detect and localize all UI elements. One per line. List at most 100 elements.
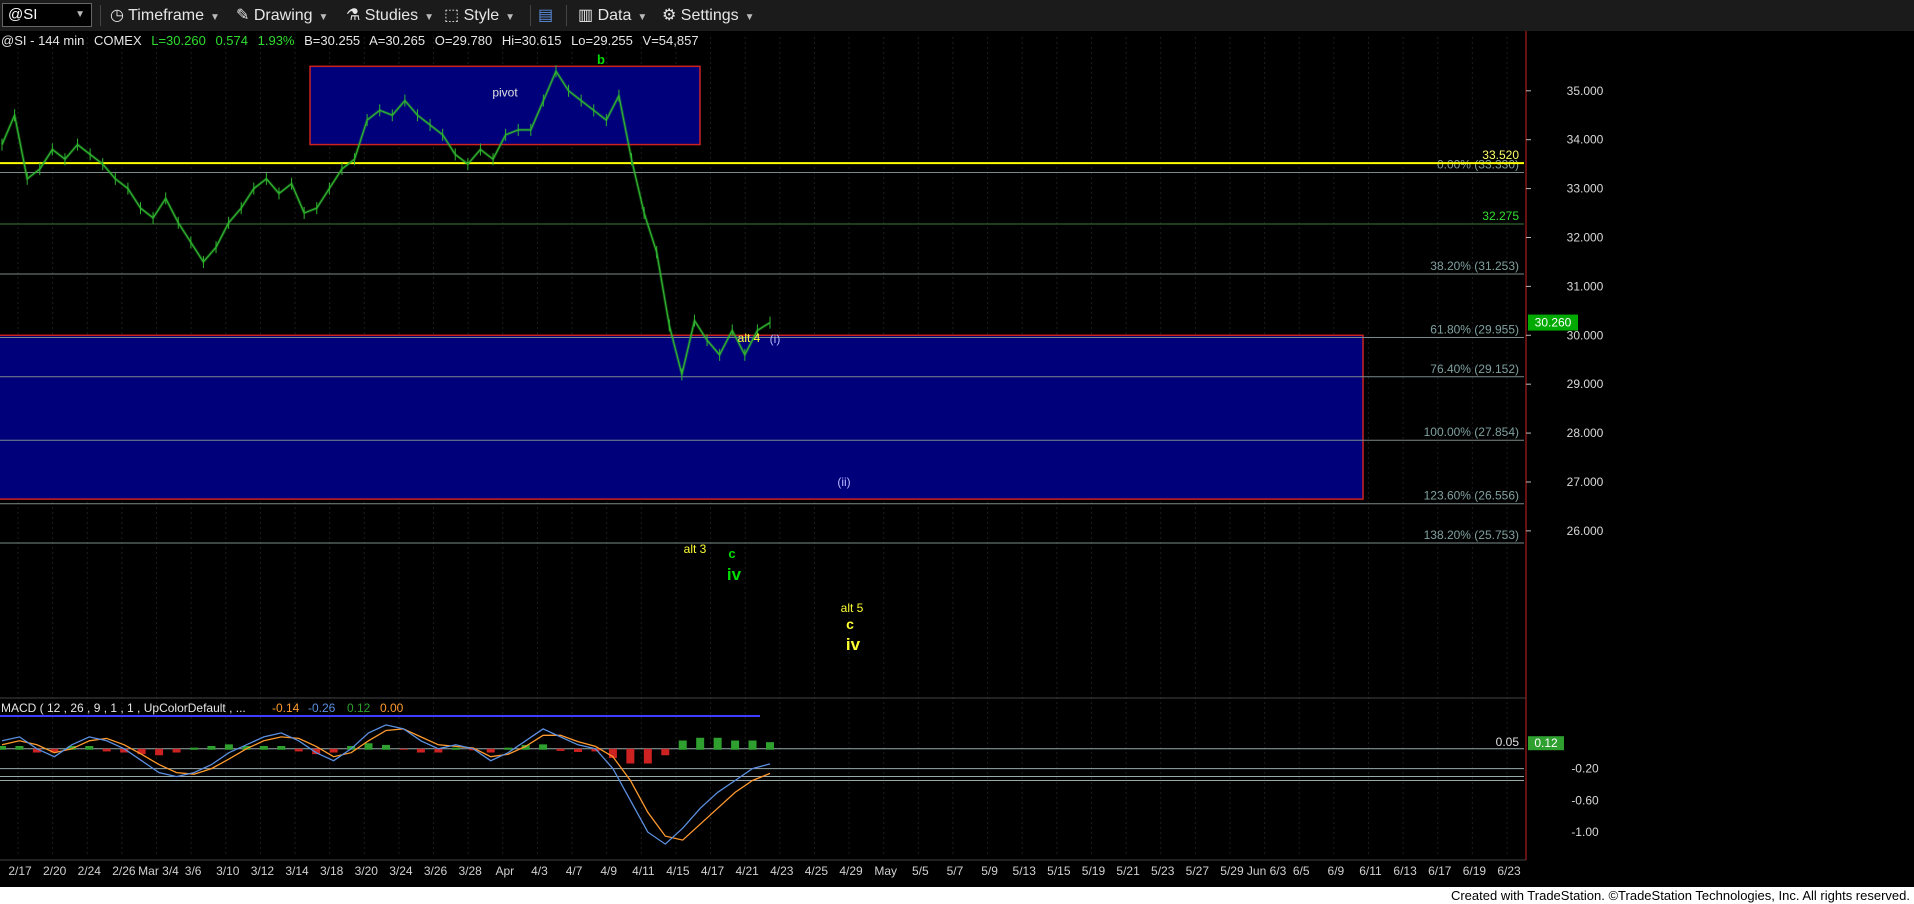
date-tick-label: Jun 6/3: [1247, 864, 1287, 878]
date-tick-label: 3/26: [424, 864, 448, 878]
date-tick-label: 2/26: [112, 864, 136, 878]
header-change-pct: 1.93%: [258, 33, 295, 48]
macd-level-label: 0.05: [1496, 735, 1520, 749]
macd-histogram-bar: [504, 747, 513, 750]
header-symbol: @SI: [1, 33, 26, 48]
settings-label: Settings: [680, 7, 739, 24]
header-open: O=29.780: [435, 33, 492, 48]
date-tick-label: 3/18: [320, 864, 344, 878]
macd-value-tag-label: 0.12: [1534, 736, 1558, 750]
date-tick-label: 2/17: [8, 864, 32, 878]
macd-histogram-bar: [329, 748, 338, 753]
price-tick-label: 27.000: [1567, 475, 1604, 489]
price-tick-label: 35.000: [1567, 84, 1604, 98]
date-tick-label: 6/9: [1328, 864, 1345, 878]
date-tick-label: 3/10: [216, 864, 240, 878]
style-label: Style: [463, 7, 500, 24]
date-tick-label: 4/15: [666, 864, 690, 878]
date-tick-label: 6/5: [1293, 864, 1310, 878]
price-tick-label: 28.000: [1567, 426, 1604, 440]
chevron-down-icon: ▼: [318, 12, 329, 23]
macd-histogram-bar: [451, 747, 460, 750]
data-button[interactable]: ▥ Data ▼: [578, 0, 647, 31]
wave-label: alt 5: [841, 601, 864, 615]
wave-label: c: [728, 546, 735, 561]
date-tick-label: 4/7: [566, 864, 583, 878]
macd-histogram-bar: [364, 743, 373, 750]
macd-histogram-bar: [85, 746, 94, 750]
macd-histogram-bar: [626, 748, 635, 764]
macd-histogram-bar: [207, 746, 216, 750]
chevron-down-icon: ▼: [209, 12, 220, 23]
wave-label: (ii): [837, 475, 850, 489]
settings-button[interactable]: ⚙ Settings ▼: [662, 0, 755, 31]
wave-label: c: [846, 616, 854, 632]
toolbar-separator: [566, 5, 567, 26]
header-high: Hi=30.615: [502, 33, 562, 48]
price-chart[interactable]: pivot 0.00% (33.330)32.27538.20% (31.253…: [0, 31, 1914, 887]
date-tick-label: 6/17: [1428, 864, 1452, 878]
header-volume: V=54,857: [643, 33, 699, 48]
date-tick-label: 5/21: [1116, 864, 1140, 878]
layout-button[interactable]: ▤: [538, 0, 553, 31]
timeframe-label: Timeframe: [128, 7, 204, 24]
macd-histogram-bar: [574, 748, 582, 752]
wave-label: alt 4: [738, 331, 761, 345]
price-tick-label: 26.000: [1567, 524, 1604, 538]
footer: Created with TradeStation. ©TradeStation…: [0, 887, 1914, 904]
macd-histogram-bar: [190, 747, 198, 750]
layout-icon: ▤: [538, 7, 554, 24]
price-tick-label: 34.000: [1567, 133, 1604, 147]
timeframe-button[interactable]: ◷ Timeframe ▼: [110, 0, 220, 31]
macd-histogram-bar: [486, 748, 495, 753]
style-icon: ⬚: [444, 7, 460, 24]
date-tick-label: 2/24: [78, 864, 102, 878]
date-tick-label: 6/19: [1463, 864, 1487, 878]
chevron-down-icon: ▼: [424, 12, 435, 23]
drawing-button[interactable]: ✎ Drawing ▼: [236, 0, 328, 31]
wave-label: iv: [846, 635, 861, 654]
date-tick-label: 5/29: [1220, 864, 1244, 878]
svg-text:@SI - 144 min: @SI - 144 min COMEX L=30.260 0.574 1.93%…: [1, 33, 699, 48]
macd-histogram-bar: [539, 744, 548, 750]
toolbar: @SI ▼ ◷ Timeframe ▼ ✎ Drawing ▼ ⚗ Studies ▼…: [0, 0, 1914, 32]
header-last: L=30.260: [151, 33, 206, 48]
macd-histogram-bar: [643, 748, 652, 764]
header-sep: -: [30, 33, 38, 48]
date-tick-label: 5/5: [912, 864, 929, 878]
chevron-down-icon: ▼: [505, 12, 516, 23]
symbol-input-value: @SI: [8, 6, 38, 23]
macd-histogram-bar: [0, 746, 6, 750]
wave-label: alt 3: [684, 542, 707, 556]
wave-label: iv: [727, 565, 742, 584]
fib-level-label: 32.275: [1482, 209, 1519, 223]
chevron-down-icon: ▼: [75, 9, 85, 20]
date-tick-label: 5/13: [1013, 864, 1037, 878]
style-button[interactable]: ⬚ Style ▼: [444, 0, 515, 31]
header-exchange: COMEX: [94, 33, 142, 48]
date-tick-label: 3/28: [458, 864, 482, 878]
date-tick-label: 3/24: [389, 864, 413, 878]
last-price-label: 30.260: [1535, 316, 1572, 330]
date-tick-label: Mar 3/4: [138, 864, 179, 878]
date-tick-label: 4/21: [736, 864, 760, 878]
header-bid: B=30.255: [304, 33, 360, 48]
fib-level-label: 123.60% (26.556): [1424, 489, 1519, 503]
macd-histogram-bar: [294, 748, 303, 752]
header-change: 0.574: [215, 33, 248, 48]
date-tick-label: 5/7: [947, 864, 964, 878]
macd-tick-label: -1.00: [1571, 825, 1599, 839]
symbol-input[interactable]: @SI ▼: [2, 3, 92, 27]
macd-histogram-bar: [678, 740, 687, 750]
studies-button[interactable]: ⚗ Studies ▼: [346, 0, 434, 31]
date-tick-label: 2/20: [43, 864, 67, 878]
support-box: [0, 334, 1364, 500]
date-tick-label: 5/27: [1186, 864, 1210, 878]
macd-histogram-bar: [172, 748, 181, 753]
date-tick-label: 4/3: [531, 864, 548, 878]
date-tick-label: 4/9: [600, 864, 617, 878]
gear-icon: ⚙: [662, 7, 677, 24]
macd-histogram-bar: [399, 748, 408, 750]
date-tick-label: 4/23: [770, 864, 794, 878]
yellow-level-label: 33.520: [1482, 148, 1519, 162]
